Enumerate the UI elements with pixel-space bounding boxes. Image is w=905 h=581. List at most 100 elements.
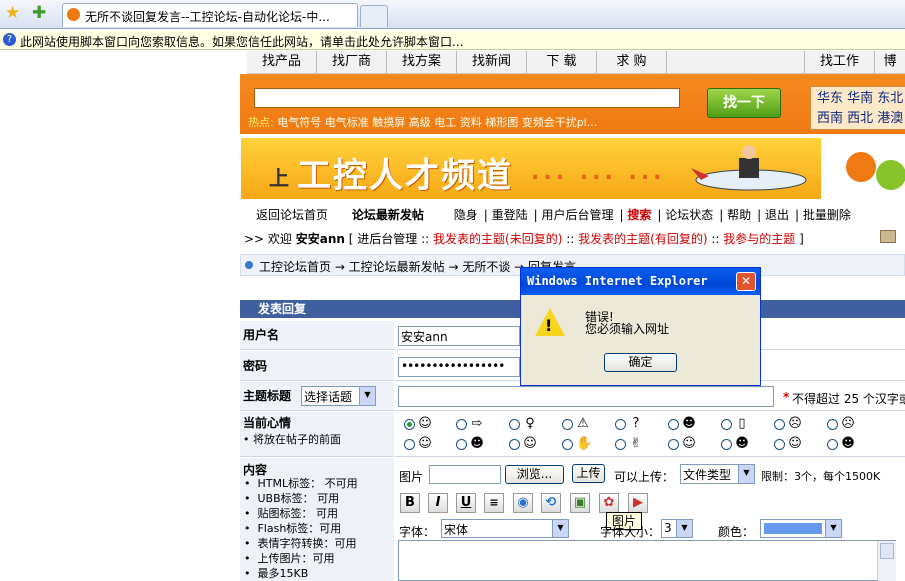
my-topics-replied-link[interactable]: 我发表的主题(有回复的): [578, 232, 707, 246]
font-select[interactable]: 宋体 ▼: [441, 519, 569, 538]
username-field[interactable]: 安安ann: [398, 326, 520, 346]
welcome-admin-link[interactable]: [ 进后台管理 ::: [349, 232, 429, 246]
new-tab-button[interactable]: [360, 5, 388, 27]
topic-select[interactable]: 选择话题 ▼: [301, 386, 376, 406]
welcome-user[interactable]: 安安ann: [296, 232, 345, 246]
nav-item-blog[interactable]: 博: [875, 51, 905, 73]
mood-radio-10[interactable]: [404, 439, 415, 450]
search-input[interactable]: [254, 88, 680, 108]
link-relogin[interactable]: 重登陆: [492, 208, 528, 222]
warning-icon: ⚠: [577, 416, 589, 431]
rule-flash: • Flash标签：可用: [244, 522, 342, 535]
nav-item-jobs[interactable]: 找工作: [805, 51, 875, 73]
rule-ubb-text: UBB标签： 可用: [257, 492, 340, 505]
mood-radio-1[interactable]: [404, 419, 415, 430]
upload-limit: 限制：3个，每个1500K: [761, 470, 881, 483]
region-row-1[interactable]: 华东 华南 东北: [817, 89, 905, 109]
mood-radio-15[interactable]: [668, 439, 679, 450]
mood-radio-18[interactable]: [827, 439, 838, 450]
mood-radio-17[interactable]: [774, 439, 785, 450]
scroll-up-arrow-icon[interactable]: [880, 543, 894, 559]
color-select[interactable]: ▼: [760, 519, 842, 538]
subject-input[interactable]: [398, 386, 774, 407]
mood-radio-14[interactable]: [615, 439, 626, 450]
textarea-scrollbar[interactable]: [877, 541, 896, 581]
content-textarea[interactable]: [398, 540, 896, 581]
chevron-down-icon: ▼: [359, 387, 375, 405]
browse-button[interactable]: 浏览...: [505, 465, 564, 484]
file-type-value: 文件类型: [683, 468, 732, 482]
link-search[interactable]: 搜索: [627, 208, 651, 222]
rule-img: • 贴图标签： 可用: [244, 507, 338, 520]
flash-button[interactable]: ✿: [599, 493, 619, 513]
hot-links-text[interactable]: 电气符号 电气标准 触摸屏 高级 电工 资料 梯形图 变频会干扰pl...: [277, 116, 597, 129]
banner-title: 工控人才频道: [297, 156, 513, 196]
favorites-star-icon[interactable]: ★: [5, 3, 20, 23]
underline-button[interactable]: U: [456, 493, 476, 513]
mood-radio-11[interactable]: [456, 439, 467, 450]
link-invisible[interactable]: 隐身: [454, 208, 478, 222]
bold-button[interactable]: B: [400, 493, 420, 513]
mood-radio-12[interactable]: [509, 439, 520, 450]
mood-radio-16[interactable]: [721, 439, 732, 450]
align-center-button[interactable]: ≡: [484, 493, 504, 513]
rule-html-text: HTML标签： 不可用: [257, 477, 358, 490]
font-select-value: 宋体: [444, 523, 469, 537]
link-help[interactable]: 帮助: [727, 208, 751, 222]
file-type-select[interactable]: 文件类型 ▼: [680, 464, 755, 484]
region-links[interactable]: 华东 华南 东北 西南 西北 港澳: [810, 86, 905, 130]
italic-button[interactable]: I: [428, 493, 448, 513]
rule-img-text: 贴图标签： 可用: [257, 507, 338, 520]
link-user-admin[interactable]: 用户后台管理: [541, 208, 613, 222]
rule-html: • HTML标签： 不可用: [244, 477, 358, 490]
mood-radio-5[interactable]: [615, 419, 626, 430]
dialog-close-button[interactable]: ✕: [736, 272, 756, 291]
book-icon: [880, 230, 896, 243]
link-latest-posts[interactable]: 论坛最新发帖: [352, 208, 424, 222]
link-forum-home[interactable]: 返回论坛首页: [256, 208, 328, 222]
nav-item-purchase[interactable]: 求 购: [597, 51, 667, 73]
subject-hint: 不得超过 25 个汉字或: [792, 392, 905, 406]
mood-radio-2[interactable]: [456, 419, 467, 430]
link-forum-status[interactable]: 论坛状态: [665, 208, 713, 222]
my-topics-unreplied-link[interactable]: 我发表的主题(未回复的): [433, 232, 562, 246]
nav-item-news[interactable]: 找新闻: [457, 51, 527, 73]
add-favorite-icon[interactable]: ✚: [32, 3, 46, 23]
rule-emoticon-text: 表情字符转换：可用: [257, 537, 357, 550]
image-button[interactable]: ▣: [570, 493, 590, 513]
hot-links[interactable]: 热点: 电气符号 电气标准 触摸屏 高级 电工 资料 梯形图 变频会干扰pl..…: [248, 114, 688, 130]
font-size-select[interactable]: 3 ▼: [661, 519, 693, 538]
mood-radio-9[interactable]: [827, 419, 838, 430]
upload-path-input[interactable]: [429, 465, 501, 484]
talent-channel-banner[interactable]: 上 工控人才频道 ... ... ...: [241, 138, 821, 199]
nav-item-products[interactable]: 找产品: [247, 51, 317, 73]
mood-radio-13[interactable]: [562, 439, 573, 450]
mood-radio-4[interactable]: [562, 419, 573, 430]
ok-button[interactable]: 确定: [604, 353, 677, 372]
surprised-icon: ☻: [470, 436, 484, 451]
mood-radio-3[interactable]: [509, 419, 520, 430]
search-button[interactable]: 找一下: [707, 88, 781, 118]
nav-item-vendors[interactable]: 找厂商: [317, 51, 387, 73]
refresh-link-button[interactable]: ⟲: [541, 493, 561, 513]
nav-item-solutions[interactable]: 找方案: [387, 51, 457, 73]
mood-radio-7[interactable]: [721, 419, 732, 430]
my-participated-link[interactable]: 我参与的主题: [723, 232, 795, 246]
rule-size-text: 最多15KB: [257, 567, 309, 580]
link-batch-delete[interactable]: 批量删除: [803, 208, 851, 222]
password-field[interactable]: •••••••••••••••••: [398, 357, 520, 377]
globe-link-button[interactable]: ◉: [513, 493, 533, 513]
media-button[interactable]: ▶: [628, 493, 648, 513]
mood-radio-8[interactable]: [774, 419, 785, 430]
frown-icon: ☹: [841, 416, 855, 431]
region-row-2[interactable]: 西南 西北 港澳: [817, 109, 905, 129]
browser-tab-active[interactable]: 无所不谈回复发言--工控论坛-自动化论坛-中...: [62, 3, 358, 27]
plane-illustration-icon: [691, 145, 807, 191]
required-star: *: [783, 390, 790, 404]
upload-button[interactable]: 上传: [572, 464, 605, 483]
mood-radio-6[interactable]: [668, 419, 679, 430]
rule-upload: • 上传图片：可用: [244, 552, 335, 565]
info-bar[interactable]: ? 此网站使用脚本窗口向您索取信息。如果您信任此网站，请单击此处允许脚本窗口..…: [0, 31, 905, 50]
link-logout[interactable]: 退出: [765, 208, 789, 222]
nav-item-download[interactable]: 下 载: [527, 51, 597, 73]
